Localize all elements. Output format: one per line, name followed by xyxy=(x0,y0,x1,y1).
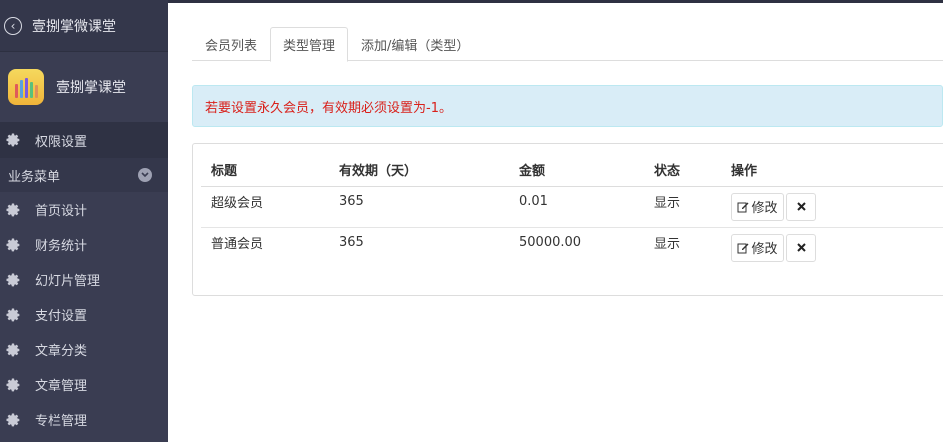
column-header-title: 标题 xyxy=(201,154,329,187)
sidebar-item[interactable]: 文章分类 xyxy=(0,332,168,367)
edit-icon xyxy=(737,202,749,212)
back-icon[interactable]: ‹ xyxy=(4,16,22,35)
sidebar-item[interactable]: 幻灯片管理 xyxy=(0,262,168,297)
column-header-amount: 金额 xyxy=(509,154,644,187)
sidebar-item[interactable]: 首页设计 xyxy=(0,192,168,227)
table-header-row: 标题 有效期（天） 金额 状态 操作 xyxy=(201,154,943,187)
gear-icon xyxy=(6,238,20,251)
close-icon xyxy=(796,243,806,252)
sidebar-item-label: 首页设计 xyxy=(35,204,88,219)
brand-logo-icon xyxy=(8,69,44,105)
cell-amount-text: 0.01 xyxy=(519,194,548,209)
sidebar-item-label: 支付设置 xyxy=(35,309,88,324)
sidebar-item-label: 专栏管理 xyxy=(35,414,88,429)
membership-type-table: 标题 有效期（天） 金额 状态 操作 超级会员 365 0.01 显示 修改 普通会员 36… xyxy=(201,154,943,268)
column-header-actions: 操作 xyxy=(721,154,943,187)
sidebar-item-label: 幻灯片管理 xyxy=(35,274,101,289)
cell-period: 365 xyxy=(329,227,509,268)
tab-type-management[interactable]: 类型管理 xyxy=(270,27,349,62)
cell-actions: 修改 xyxy=(721,227,943,268)
gear-icon xyxy=(6,343,20,356)
sidebar: ‹ 壹捌掌微课堂 壹捌掌课堂 权限设置 业务菜单 首页设计财务统计幻灯片管理支付… xyxy=(0,0,168,442)
edit-button-label: 修改 xyxy=(751,242,778,258)
chevron-down-icon xyxy=(138,168,152,182)
table-row: 超级会员 365 0.01 显示 修改 xyxy=(201,186,943,228)
edit-button-label: 修改 xyxy=(751,201,778,216)
close-icon xyxy=(796,202,806,211)
cell-amount-text: 50000.00 xyxy=(519,235,582,251)
cell-title: 普通会员 xyxy=(201,227,329,268)
tab-member-list[interactable]: 会员列表 xyxy=(192,27,270,61)
sidebar-item-label: 财务统计 xyxy=(35,239,88,254)
sidebar-item-permissions[interactable]: 权限设置 xyxy=(0,122,168,158)
table-row: 普通会员 365 50000.00 显示 修改 xyxy=(201,227,943,268)
edit-icon xyxy=(737,243,749,254)
edit-button[interactable]: 修改 xyxy=(731,192,784,221)
sidebar-item-label: 文章管理 xyxy=(35,379,88,394)
sidebar-item[interactable]: 财务统计 xyxy=(0,227,168,262)
cell-period-text: 365 xyxy=(339,235,364,251)
cell-title: 超级会员 xyxy=(201,186,329,228)
gear-icon xyxy=(6,133,20,147)
gear-icon xyxy=(6,273,20,286)
cell-title-text: 超级会员 xyxy=(211,196,264,211)
sidebar-header-title: 壹捌掌微课堂 xyxy=(32,18,116,35)
cell-period: 365 xyxy=(329,186,509,228)
table-panel: 标题 有效期（天） 金额 状态 操作 超级会员 365 0.01 显示 修改 普通会员 36… xyxy=(192,143,943,296)
sidebar-brand: 壹捌掌课堂 xyxy=(0,52,168,122)
info-alert: 若要设置永久会员，有效期必须设置为-1。 xyxy=(192,85,943,127)
main-content: 会员列表 类型管理 添加/编辑（类型） 若要设置永久会员，有效期必须设置为-1。… xyxy=(168,3,943,442)
sidebar-item-label: 权限设置 xyxy=(35,134,88,150)
column-header-status: 状态 xyxy=(644,154,721,187)
sidebar-item-label: 文章分类 xyxy=(35,344,88,359)
cell-status-text: 显示 xyxy=(654,196,681,211)
delete-button[interactable] xyxy=(786,192,816,221)
edit-button[interactable]: 修改 xyxy=(731,233,784,262)
sidebar-group-label: 业务菜单 xyxy=(8,169,61,185)
brand-name: 壹捌掌课堂 xyxy=(56,80,126,96)
cell-title-text: 普通会员 xyxy=(211,237,264,253)
gear-icon xyxy=(6,203,20,216)
tab-add-edit-type[interactable]: 添加/编辑（类型） xyxy=(348,27,482,61)
cell-period-text: 365 xyxy=(339,194,364,209)
sidebar-item[interactable]: 文章管理 xyxy=(0,367,168,402)
sidebar-header: ‹ 壹捌掌微课堂 xyxy=(0,0,168,52)
gear-icon xyxy=(6,378,20,391)
gear-icon xyxy=(6,413,20,426)
cell-status: 显示 xyxy=(644,227,721,268)
cell-amount: 50000.00 xyxy=(509,227,644,268)
column-header-period: 有效期（天） xyxy=(329,154,509,187)
delete-button[interactable] xyxy=(786,233,816,262)
gear-icon xyxy=(6,308,20,321)
sidebar-group-business[interactable]: 业务菜单 xyxy=(0,158,168,192)
cell-status-text: 显示 xyxy=(654,237,681,253)
cell-status: 显示 xyxy=(644,186,721,228)
tab-bar: 会员列表 类型管理 添加/编辑（类型） xyxy=(192,27,943,62)
cell-amount: 0.01 xyxy=(509,186,644,228)
cell-actions: 修改 xyxy=(721,186,943,228)
sidebar-item[interactable]: 支付设置 xyxy=(0,297,168,332)
sidebar-item[interactable]: 专栏管理 xyxy=(0,402,168,437)
